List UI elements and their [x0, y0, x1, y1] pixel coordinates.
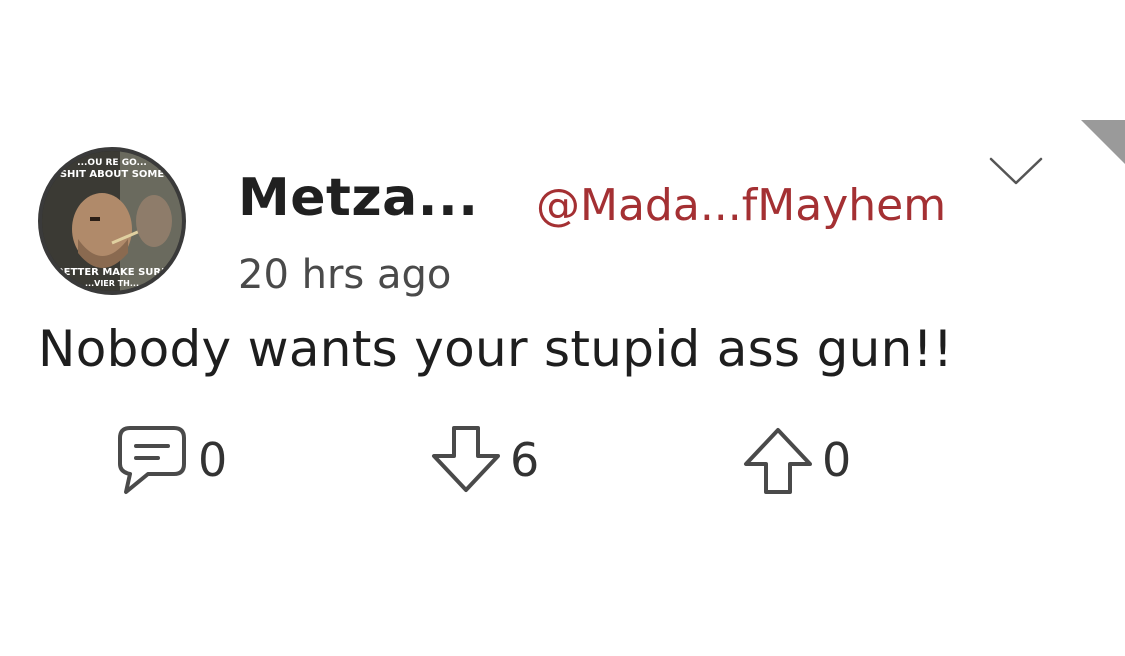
post-timestamp: 20 hrs ago [238, 252, 452, 298]
avatar[interactable]: ...OU RE GO... SHIT ABOUT SOME BETTER MA… [38, 147, 186, 295]
downvote-count: 6 [510, 433, 540, 487]
avatar-meme-text: ...VIER TH... [85, 279, 139, 288]
arrow-up-icon [744, 428, 812, 494]
author-name[interactable]: Metza... [238, 168, 479, 228]
upvote-button[interactable]: 0 [740, 420, 851, 500]
comment-count: 0 [198, 433, 228, 487]
author-handle[interactable]: @Mada...fMayhem [536, 180, 946, 231]
arrow-down-icon [432, 426, 500, 492]
avatar-meme-text: BETTER MAKE SURE [56, 267, 168, 278]
comment-bubble-icon [118, 426, 186, 494]
avatar-meme-text: ...OU RE GO... [77, 158, 147, 168]
comment-button[interactable]: 0 [112, 420, 227, 500]
post-body-text: Nobody wants your stupid ass gun!! [38, 320, 954, 378]
upvote-count: 0 [822, 433, 852, 487]
chevron-down-icon[interactable] [988, 155, 1044, 187]
downvote-button[interactable]: 6 [428, 420, 539, 500]
avatar-meme-image: ...OU RE GO... SHIT ABOUT SOME BETTER MA… [42, 151, 182, 291]
avatar-meme-text: SHIT ABOUT SOME [60, 169, 165, 180]
corner-fold-decoration [1081, 120, 1125, 164]
